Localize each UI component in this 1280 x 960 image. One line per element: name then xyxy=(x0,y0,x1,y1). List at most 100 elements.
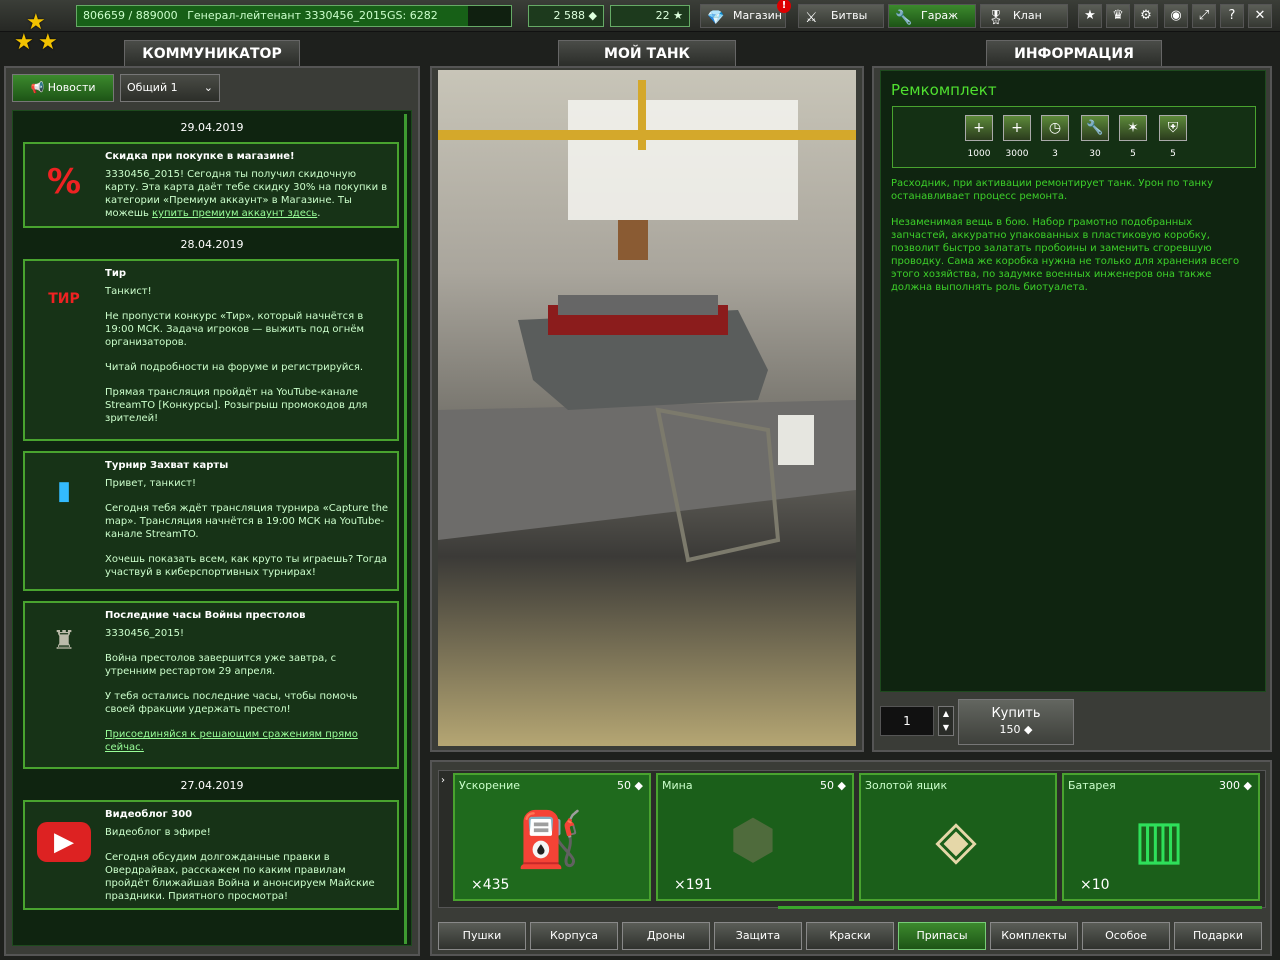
news-date: 28.04.2019 xyxy=(180,238,244,251)
items-carousel: › Ускорение 50 ◆ ⛽ ×435 Мина 50 ◆ ⬢ ×191… xyxy=(438,770,1266,908)
star-icon[interactable]: ★ xyxy=(1078,4,1102,28)
xp-text: 806659 / 889000 xyxy=(83,9,178,22)
megaphone-icon: 📢 xyxy=(30,81,45,94)
item-name: Ускорение xyxy=(459,779,520,792)
category-paints[interactable]: Краски xyxy=(806,922,894,950)
clan-button[interactable]: 🎖 Клан xyxy=(980,4,1068,28)
tab-communicator[interactable]: КОММУНИКАТОР xyxy=(124,40,300,66)
premium-link[interactable]: купить премиум аккаунт здесь xyxy=(152,208,317,219)
category-special[interactable]: Особое xyxy=(1082,922,1170,950)
news-title: Турнир Захват карты xyxy=(105,460,229,471)
news-text: Хочешь показать всем, как круто ты играе… xyxy=(105,554,388,578)
news-card: ТИР Тир Танкист! Не пропусти конкурс «Ти… xyxy=(23,259,399,441)
shooting-range-icon: ТИР xyxy=(48,291,80,307)
item-price: 300 ◆ xyxy=(1219,779,1252,792)
mine-icon: ⬢ xyxy=(729,808,777,871)
item-card-nitro[interactable]: Ускорение 50 ◆ ⛽ ×435 xyxy=(453,773,651,901)
buy-label: Купить xyxy=(991,706,1041,721)
health-timer-icon: + xyxy=(1003,115,1031,141)
garage-3d-view[interactable] xyxy=(438,70,856,746)
item-count: ×10 xyxy=(1080,877,1110,893)
quantity-stepper[interactable]: ▲ ▼ xyxy=(938,706,954,736)
item-stats: +1000 +3000 ◷ 3 🔧 30 ✶ 5 ⛨ 5 xyxy=(892,106,1256,168)
help-icon[interactable]: ? xyxy=(1220,4,1244,28)
carousel-scrollbar[interactable] xyxy=(778,906,1262,909)
garage-scene xyxy=(438,80,856,563)
crystal-icon: ◆ xyxy=(1024,723,1033,736)
tab-my-tank[interactable]: МОЙ ТАНК xyxy=(558,40,736,66)
garage-button[interactable]: 🔧 Гараж xyxy=(888,4,976,28)
news-date: 29.04.2019 xyxy=(180,121,244,134)
notification-badge: ! xyxy=(777,0,791,13)
fire-timer-icon: ✶ xyxy=(1119,115,1147,141)
news-text: 3330456_2015! xyxy=(105,628,184,639)
news-text: Видеоблог в эфире! xyxy=(105,827,211,838)
fullscreen-icon[interactable]: ⤢ xyxy=(1192,4,1216,28)
rank-insignia: ★ ★ ★ xyxy=(14,10,58,55)
news-button[interactable]: 📢 Новости xyxy=(12,74,114,102)
news-card: ▶ Видеоблог 300 Видеоблог в эфире! Сегод… xyxy=(23,800,399,910)
item-card-battery[interactable]: Батарея 300 ◆ ▥ ×10 xyxy=(1062,773,1260,901)
category-supplies[interactable]: Припасы xyxy=(898,922,986,950)
sound-icon[interactable]: ◉ xyxy=(1164,4,1188,28)
scroll-left-icon[interactable]: › xyxy=(441,775,445,786)
news-text: Привет, танкист! xyxy=(105,478,196,489)
chevron-up-icon[interactable]: ▲ xyxy=(939,707,953,721)
news-title: Тир xyxy=(105,268,126,279)
item-description: Расходник, при активации ремонтирует тан… xyxy=(891,178,1240,293)
news-text: 3330456_2015! Сегодня ты получил скидочн… xyxy=(105,169,388,219)
item-info: Ремкомплект +1000 +3000 ◷ 3 🔧 30 ✶ 5 ⛨ 5 Рас… xyxy=(880,70,1266,692)
join-link[interactable]: Присоединяйся к решающим сражениям прямо… xyxy=(105,729,358,753)
quantity-input[interactable]: 1 xyxy=(880,706,934,736)
crossed-swords-icon: ⚔ xyxy=(805,10,818,26)
shop-button[interactable]: 💎 Магазин! xyxy=(700,0,791,28)
scrollbar[interactable] xyxy=(404,114,407,944)
buy-price: 150 xyxy=(999,723,1021,736)
item-title: Ремкомплект xyxy=(891,81,997,99)
category-gifts[interactable]: Подарки xyxy=(1174,922,1262,950)
item-count: ×435 xyxy=(471,877,510,893)
news-text: У тебя остались последние часы, чтобы по… xyxy=(105,691,358,715)
diamond-icon: 💎 xyxy=(707,10,725,26)
medal-icon: 🎖 xyxy=(987,10,1005,26)
item-name: Мина xyxy=(662,779,693,792)
item-card-gold-box[interactable]: Золотой ящик ◈ xyxy=(859,773,1057,901)
health-plus-icon: + xyxy=(965,115,993,141)
top-bar: ★ ★ ★ 806659 / 889000 Генерал-лейтенант 33… xyxy=(0,0,1280,55)
stat-value: 30 xyxy=(1089,149,1101,159)
battles-button[interactable]: ⚔ Битвы xyxy=(798,4,884,28)
category-kits[interactable]: Комплекты xyxy=(990,922,1078,950)
item-name: Золотой ящик xyxy=(865,779,948,792)
news-text: Сегодня обсудим долгожданные правки в Ов… xyxy=(105,852,375,902)
close-icon[interactable]: ✕ xyxy=(1248,4,1272,28)
gear-icon[interactable]: ⚙ xyxy=(1134,4,1158,28)
wrench-icon: 🔧 xyxy=(895,10,913,26)
item-card-mine[interactable]: Мина 50 ◆ ⬢ ×191 xyxy=(656,773,854,901)
stat-value: 1000 xyxy=(967,149,991,159)
gold-box-icon: ◈ xyxy=(935,808,977,871)
category-hulls[interactable]: Корпуса xyxy=(530,922,618,950)
item-name: Батарея xyxy=(1068,779,1116,792)
nitro-canister-icon: ⛽ xyxy=(516,808,584,871)
crystals-counter: 2 588 ◆ xyxy=(528,5,604,27)
stopwatch-icon: ◷ xyxy=(1041,115,1069,141)
chevron-down-icon[interactable]: ▼ xyxy=(939,721,953,735)
news-feed[interactable]: 29.04.2019 % Скидка при покупке в магази… xyxy=(12,110,412,946)
news-text: Танкист! xyxy=(105,286,152,297)
news-text: Не пропусти конкурс «Тир», который начнё… xyxy=(105,311,365,348)
gear-score: GS: 6282 xyxy=(386,9,438,22)
category-protection[interactable]: Защита xyxy=(714,922,802,950)
throne-icon: ♜ xyxy=(52,626,76,656)
stat-value: 3 xyxy=(1052,149,1058,159)
channel-select[interactable]: Общий 1 ⌄ xyxy=(120,74,220,102)
chevron-down-icon: ⌄ xyxy=(203,81,213,94)
trophy-icon[interactable]: ♛ xyxy=(1106,4,1130,28)
news-date: 27.04.2019 xyxy=(180,779,244,792)
category-guns[interactable]: Пушки xyxy=(438,922,526,950)
news-text: Война престолов завершится уже завтра, с… xyxy=(105,653,337,677)
buy-button[interactable]: Купить 150 ◆ xyxy=(958,699,1074,745)
category-drones[interactable]: Дроны xyxy=(622,922,710,950)
wrench-timer-icon: 🔧 xyxy=(1081,115,1109,141)
experience-bar: 806659 / 889000 Генерал-лейтенант 333045… xyxy=(76,5,512,27)
tab-information[interactable]: ИНФОРМАЦИЯ xyxy=(986,40,1162,66)
